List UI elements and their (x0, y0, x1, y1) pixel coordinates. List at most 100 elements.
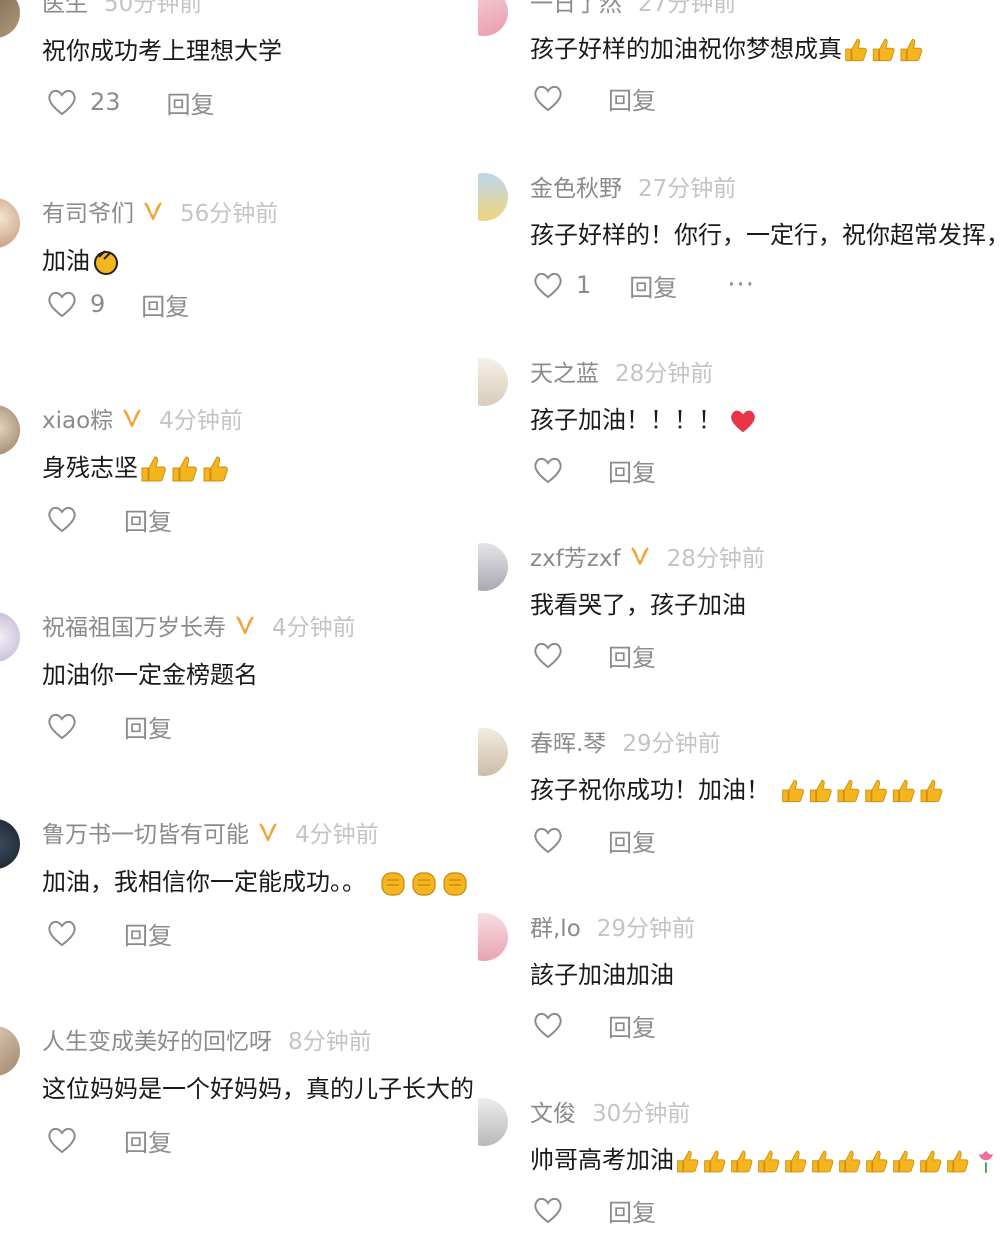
comment-time: 28分钟前 (615, 361, 714, 387)
like-count: 9 (90, 290, 106, 318)
comment-column-right: 一日了然 27分钟前 孩子好样的加油祝你梦想成真 回复 金色秋野 27分钟前 孩… (478, 0, 1000, 1235)
comment-text: 加油，我相信你一定能成功。。 (42, 865, 472, 899)
like-button[interactable]: 23 (46, 87, 121, 117)
thumbs-up-icon (782, 779, 943, 803)
fan-badge-icon (144, 202, 162, 221)
thumbs-up-icon (677, 1150, 993, 1173)
avatar[interactable] (478, 358, 508, 406)
heart-outline-icon (534, 272, 562, 299)
heart-outline-icon (534, 1197, 562, 1224)
fist-icon (381, 872, 467, 896)
comment-time: 27分钟前 (638, 0, 737, 17)
reply-button[interactable]: 回复 (608, 823, 656, 858)
avatar[interactable] (478, 543, 508, 591)
comment-username[interactable]: 春晖.琴 (530, 724, 606, 758)
like-button[interactable] (532, 455, 576, 485)
comment-text: 孩子祝你成功！加油！ (530, 773, 946, 807)
reply-button[interactable]: 回复 (608, 638, 656, 673)
avatar[interactable] (478, 728, 508, 776)
comment-time: 27分钟前 (638, 176, 737, 202)
reply-button[interactable]: 回复 (608, 1193, 656, 1228)
fan-badge-icon (123, 409, 142, 428)
heart-outline-icon (534, 827, 562, 854)
reply-button[interactable]: 回复 (124, 1123, 172, 1158)
like-button[interactable]: 1 (532, 270, 591, 300)
avatar[interactable] (0, 819, 20, 869)
reply-button[interactable]: 回复 (124, 502, 172, 537)
avatar[interactable] (0, 405, 20, 455)
avatar[interactable] (0, 1026, 20, 1076)
avatar[interactable] (0, 612, 20, 662)
comment-username[interactable]: 人生变成美好的回忆呀 (42, 1022, 272, 1056)
like-button[interactable] (532, 83, 576, 113)
comment-text: 身残志坚 (42, 451, 231, 485)
reply-button[interactable]: 回复 (608, 1008, 656, 1043)
comment-username[interactable]: 文俊 (530, 1094, 576, 1128)
like-button[interactable] (532, 825, 576, 855)
avatar[interactable] (478, 0, 508, 36)
avatar[interactable] (0, 198, 20, 248)
avatar[interactable] (478, 173, 508, 221)
like-button[interactable] (532, 1010, 576, 1040)
comment-username[interactable]: 祝福祖国万岁长寿 (42, 608, 226, 642)
comment-username[interactable]: 天之蓝 (530, 354, 599, 388)
like-button[interactable]: 9 (46, 289, 105, 319)
like-button[interactable] (46, 504, 90, 534)
like-count: 23 (90, 88, 121, 116)
heart-outline-icon (48, 291, 76, 318)
reply-button[interactable]: 回复 (167, 85, 215, 120)
comment-time: 50分钟前 (104, 0, 203, 17)
comment-username[interactable]: 有司爷们 (42, 194, 134, 228)
comment-username[interactable]: 鲁万书一切皆有可能 (42, 815, 249, 849)
avatar[interactable] (478, 1098, 508, 1146)
comment-text: 祝你成功考上理想大学 (42, 37, 282, 65)
heart-outline-icon (534, 1012, 562, 1039)
comment-username[interactable]: 金色秋野 (530, 169, 622, 203)
comment-text: 孩子加油！！！！ (530, 403, 758, 437)
comment-username[interactable]: xiao粽 (42, 401, 113, 435)
reply-button[interactable]: 回复 (124, 709, 172, 744)
like-button[interactable] (532, 640, 576, 670)
heart-outline-icon (48, 713, 76, 740)
reply-button[interactable]: 回复 (608, 81, 656, 116)
comment-time: 56分钟前 (180, 201, 279, 227)
like-button[interactable] (46, 918, 90, 948)
like-button[interactable] (46, 1125, 90, 1155)
heart-outline-icon (534, 642, 562, 669)
avatar[interactable] (478, 913, 508, 961)
comment-text: 我看哭了，孩子加油 (530, 591, 746, 619)
clapping-hands-icon (94, 250, 118, 275)
comment-column-left: 医生 50分钟前 祝你成功考上理想大学 23 回复 有司爷们 56分钟前 加油 … (0, 0, 510, 1235)
like-button[interactable] (46, 711, 90, 741)
reply-button[interactable]: 回复 (124, 916, 172, 951)
comment-time: 4分钟前 (159, 408, 243, 434)
thumbs-up-icon (845, 38, 923, 62)
comment-time: 28分钟前 (666, 546, 765, 572)
comment-text: 加油你一定金榜题名 (42, 661, 258, 689)
red-heart-icon (731, 410, 755, 433)
comment-text: 孩子好样的！你行，一定行，祝你超常发挥， (530, 221, 1000, 249)
comment-time: 8分钟前 (288, 1029, 372, 1055)
comment-username[interactable]: 群,lo (530, 909, 581, 943)
heart-outline-icon (534, 457, 562, 484)
fan-badge-icon (259, 823, 277, 842)
reply-button[interactable]: 回复 (608, 453, 656, 488)
comment-time: 30分钟前 (592, 1101, 691, 1127)
comment-username[interactable]: 一日了然 (530, 0, 622, 18)
comment-text: 这位妈妈是一个好妈妈，真的儿子长大的 (42, 1075, 474, 1103)
heart-outline-icon (48, 920, 76, 947)
like-button[interactable] (532, 1195, 576, 1225)
heart-outline-icon (48, 1127, 76, 1154)
comment-username[interactable]: 医生 (42, 0, 88, 18)
reply-button[interactable]: 回复 (629, 268, 677, 303)
comment-time: 29分钟前 (596, 916, 696, 942)
comment-time: 4分钟前 (295, 822, 379, 848)
comment-time: 29分钟前 (622, 731, 721, 757)
more-options-button[interactable]: ··· (727, 270, 755, 300)
avatar[interactable] (0, 0, 20, 38)
fan-badge-icon (630, 547, 649, 566)
comment-username[interactable]: zxf芳zxf (530, 539, 621, 573)
like-count: 1 (576, 271, 592, 299)
heart-outline-icon (48, 506, 76, 533)
reply-button[interactable]: 回复 (141, 287, 189, 322)
